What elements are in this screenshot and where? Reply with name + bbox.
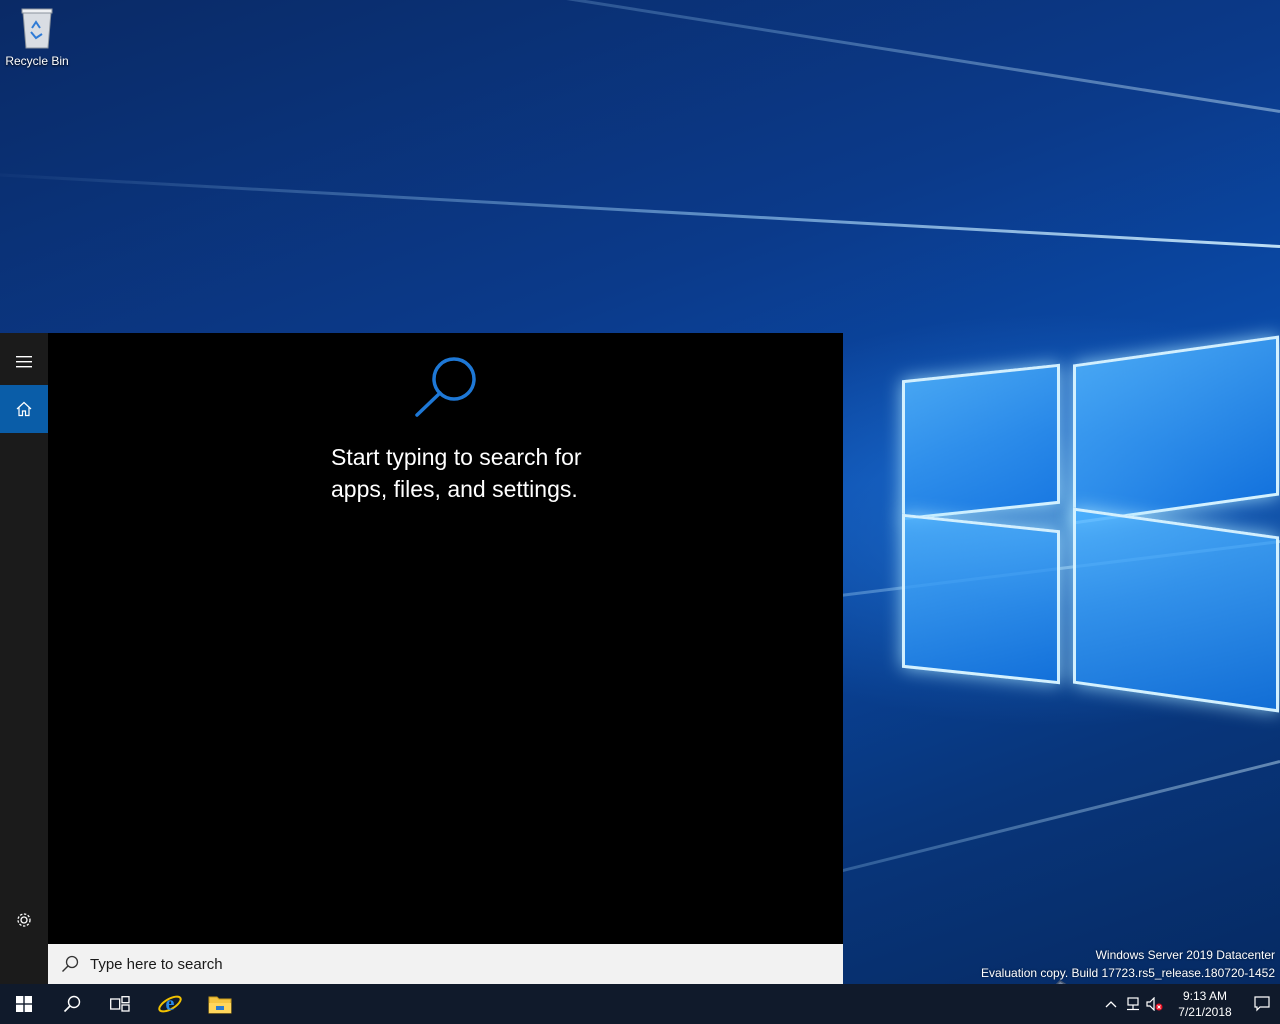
clock-time: 9:13 AM [1182, 989, 1228, 1003]
action-center-button[interactable] [1244, 984, 1280, 1024]
file-explorer-button[interactable] [196, 984, 244, 1024]
volume-muted-icon [1146, 997, 1163, 1011]
search-hint-text: Start typing to search for apps, files, … [331, 444, 582, 502]
show-hidden-icons-button[interactable] [1100, 984, 1122, 1024]
network-icon [1127, 997, 1139, 1011]
logo-pane [902, 513, 1060, 685]
home-icon [16, 401, 32, 417]
task-view-icon [110, 996, 130, 1012]
internet-explorer-button[interactable]: e [146, 984, 194, 1024]
volume-button[interactable] [1144, 984, 1166, 1024]
start-search-panel: Start typing to search for apps, files, … [0, 333, 843, 984]
light-beam [0, 171, 1280, 248]
recycle-bin-shortcut[interactable]: Recycle Bin [4, 6, 70, 68]
ie-icon: e [158, 993, 182, 1015]
start-rail [0, 333, 48, 984]
clock-date: 7/21/2018 [1178, 1005, 1232, 1019]
folder-icon [208, 996, 232, 1014]
start-button[interactable] [0, 984, 48, 1024]
light-beam [0, 0, 1280, 113]
search-box[interactable] [48, 944, 843, 984]
taskbar: e 9:13 AM 7/21/2018 [0, 984, 1280, 1024]
home-button[interactable] [0, 385, 48, 433]
logo-pane [902, 363, 1060, 521]
os-version-watermark: Windows Server 2019 Datacenter Evaluatio… [981, 946, 1275, 982]
search-input[interactable] [88, 954, 792, 974]
notification-icon [1254, 996, 1270, 1012]
search-icon [63, 995, 81, 1013]
expand-menu-button[interactable] [0, 338, 48, 386]
logo-pane [1073, 507, 1279, 713]
search-magnifier-icon [412, 355, 478, 422]
logo-pane [1073, 335, 1279, 525]
recycle-bin-label: Recycle Bin [5, 54, 69, 68]
recycle-bin-icon [20, 6, 54, 50]
task-view-button[interactable] [96, 984, 144, 1024]
hamburger-icon [16, 356, 32, 368]
os-build-text: Evaluation copy. Build 17723.rs5_release… [981, 966, 1275, 980]
search-icon [62, 955, 79, 972]
network-button[interactable] [1122, 984, 1144, 1024]
windows-logo-icon [16, 996, 32, 1012]
os-edition-text: Windows Server 2019 Datacenter [1095, 948, 1275, 962]
gear-icon [17, 913, 31, 927]
search-button[interactable] [48, 984, 96, 1024]
svg-text:e: e [166, 993, 175, 1015]
system-tray: 9:13 AM 7/21/2018 [1100, 984, 1280, 1024]
settings-button[interactable] [0, 896, 48, 944]
clock[interactable]: 9:13 AM 7/21/2018 [1170, 988, 1240, 1020]
chevron-up-icon [1105, 1001, 1117, 1008]
